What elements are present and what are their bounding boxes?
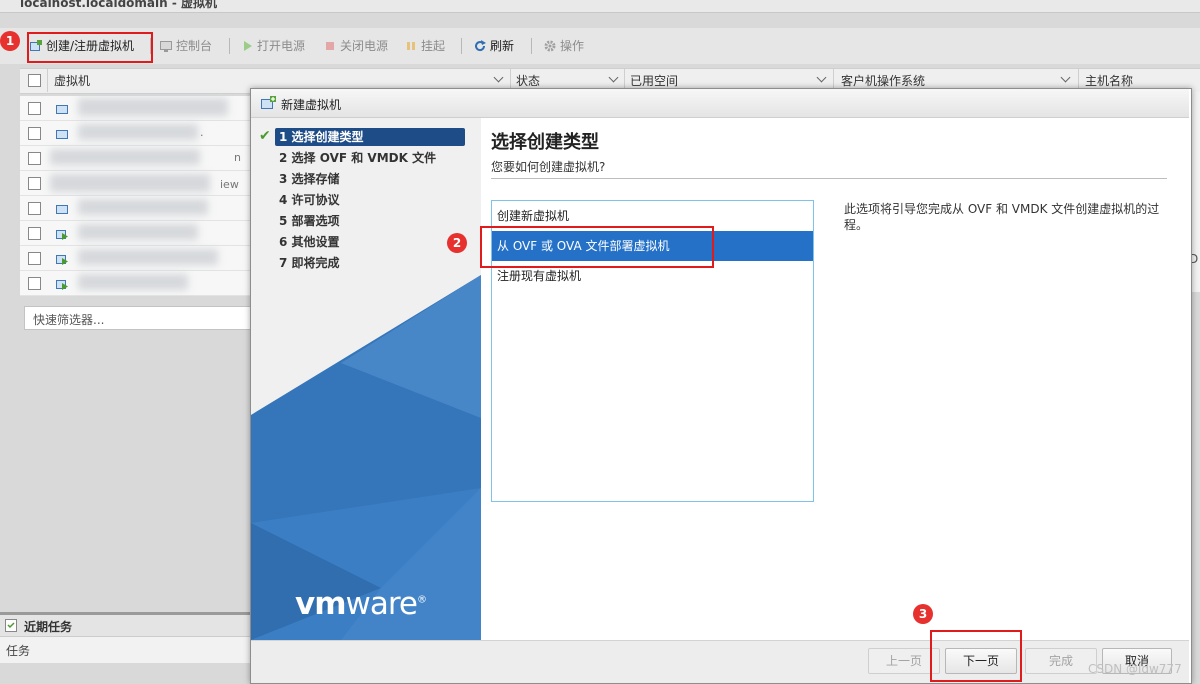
table-row[interactable]: . <box>20 121 250 146</box>
table-row[interactable] <box>20 246 250 271</box>
annotation-marker-2: 2 <box>447 233 467 253</box>
redacted-vm-name <box>50 149 200 165</box>
dialog-title-bar: 新建虚拟机 <box>251 89 1189 118</box>
divider <box>491 178 1167 179</box>
row-checkbox[interactable] <box>28 227 41 240</box>
column-header-used-space[interactable]: 已用空间 <box>630 72 678 89</box>
tasks-column-header[interactable]: 任务 <box>6 642 30 659</box>
wizard-step-2[interactable]: 2 选择 OVF 和 VMDK 文件 <box>279 149 436 167</box>
console-button[interactable]: 控制台 <box>160 36 212 56</box>
dialog-title: 新建虚拟机 <box>281 98 342 112</box>
annotation-marker-1: 1 <box>0 31 20 51</box>
table-row[interactable] <box>20 96 250 121</box>
column-divider <box>47 68 48 92</box>
row-checkbox[interactable] <box>28 202 41 215</box>
row-checkbox[interactable] <box>28 277 41 290</box>
window-title-bar: localhost.localdomain - 虚拟机 <box>0 0 1200 13</box>
select-all-checkbox[interactable] <box>28 74 41 87</box>
page-subtitle: 您要如何创建虚拟机? <box>491 160 606 174</box>
table-row[interactable]: n <box>20 146 250 171</box>
redacted-vm-name <box>78 274 188 290</box>
vm-icon <box>56 105 68 114</box>
vm-powered-on-icon <box>56 280 68 290</box>
actions-button[interactable]: 操作 <box>544 36 584 56</box>
vm-icon <box>56 130 68 139</box>
finish-button[interactable]: 完成 <box>1025 648 1097 674</box>
row-checkbox[interactable] <box>28 177 41 190</box>
redacted-vm-name <box>78 98 228 116</box>
redacted-vm-name <box>78 199 208 215</box>
row-checkbox[interactable] <box>28 152 41 165</box>
vm-powered-on-icon <box>56 255 68 265</box>
suspend-label: 挂起 <box>421 39 446 53</box>
column-header-vm[interactable]: 虚拟机 <box>54 72 90 89</box>
refresh-button[interactable]: 刷新 <box>474 36 514 56</box>
wizard-step-1[interactable]: 1 选择创建类型 <box>275 128 465 146</box>
annotation-box-2 <box>480 226 714 268</box>
power-on-label: 打开电源 <box>257 39 306 53</box>
wizard-step-3[interactable]: 3 选择存储 <box>279 170 340 188</box>
table-row[interactable] <box>20 221 250 246</box>
annotation-marker-3: 3 <box>913 604 933 624</box>
annotation-box-3 <box>930 630 1022 682</box>
content-pane <box>0 340 250 610</box>
column-header-guest-os[interactable]: 客户机操作系统 <box>841 72 925 89</box>
recent-tasks-columns: 任务 <box>0 636 250 663</box>
page-title: 选择创建类型 <box>491 132 599 153</box>
gear-icon <box>544 40 556 52</box>
refresh-icon <box>475 40 486 52</box>
new-vm-icon <box>261 96 276 109</box>
vm-icon <box>56 205 68 214</box>
redacted-vm-name <box>78 224 198 240</box>
toolbar-divider <box>531 38 532 54</box>
wizard-step-6[interactable]: 6 其他设置 <box>279 233 340 251</box>
vm-name-fragment: n <box>234 151 241 164</box>
console-icon <box>160 41 172 52</box>
redacted-vm-name <box>78 249 218 265</box>
wizard-step-4[interactable]: 4 许可协议 <box>279 191 340 209</box>
suspend-button[interactable]: 挂起 <box>405 36 445 56</box>
table-row[interactable]: iew <box>20 171 250 196</box>
vm-powered-on-icon <box>56 230 68 240</box>
completed-check-icon: ✔ <box>259 128 271 144</box>
redacted-vm-name <box>78 124 198 140</box>
toolbar-divider <box>461 38 462 54</box>
power-off-button[interactable]: 关闭电源 <box>324 36 388 56</box>
column-header-status[interactable]: 状态 <box>516 72 540 89</box>
row-checkbox[interactable] <box>28 102 41 115</box>
console-label: 控制台 <box>176 39 213 53</box>
wizard-sidebar: ✔ 1 选择创建类型 2 选择 OVF 和 VMDK 文件 3 选择存储 4 许… <box>251 118 481 640</box>
stop-icon <box>326 42 334 50</box>
row-checkbox[interactable] <box>28 127 41 140</box>
toolbar-divider <box>229 38 230 54</box>
vmware-logo: vmware® <box>295 586 427 622</box>
wizard-step-7[interactable]: 7 即将完成 <box>279 254 340 272</box>
vm-name-fragment: . <box>200 126 204 139</box>
power-on-button[interactable]: 打开电源 <box>241 36 305 56</box>
column-header-hostname[interactable]: 主机名称 <box>1085 72 1133 89</box>
recent-tasks-header[interactable]: 近期任务 <box>0 612 250 637</box>
play-icon <box>244 41 252 51</box>
watermark: CSDN @ldw777 <box>1088 662 1182 676</box>
redacted-vm-name <box>50 174 210 192</box>
table-row[interactable] <box>20 196 250 221</box>
vm-name-fragment: iew <box>220 178 239 191</box>
power-off-label: 关闭电源 <box>340 39 389 53</box>
annotation-box-1 <box>27 32 153 63</box>
refresh-label: 刷新 <box>490 39 515 53</box>
pause-icon <box>407 42 415 50</box>
quick-filter-placeholder: 快速筛选器... <box>33 313 105 327</box>
quick-filter-input[interactable]: 快速筛选器... <box>24 306 252 330</box>
wizard-step-5[interactable]: 5 部署选项 <box>279 212 340 230</box>
actions-label: 操作 <box>560 39 585 53</box>
table-row[interactable] <box>20 271 250 296</box>
window-title: localhost.localdomain - 虚拟机 <box>20 0 218 10</box>
tasks-icon <box>5 619 17 632</box>
row-checkbox[interactable] <box>28 252 41 265</box>
option-description: 此选项将引导您完成从 OVF 和 VMDK 文件创建虚拟机的过程。 <box>844 202 1160 232</box>
recent-tasks-title: 近期任务 <box>24 620 73 634</box>
